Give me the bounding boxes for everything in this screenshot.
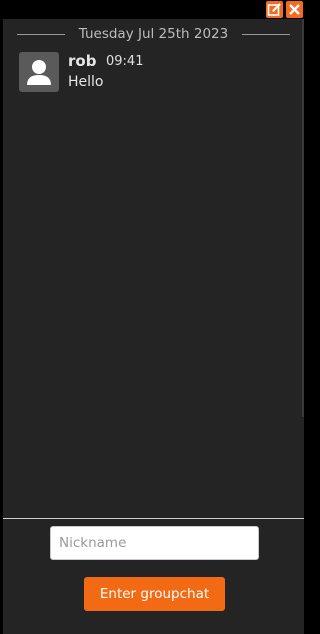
message-author[interactable]: rob [68, 52, 96, 70]
date-label: Tuesday Jul 25th 2023 [78, 26, 229, 42]
date-separator: Tuesday Jul 25th 2023 [17, 25, 291, 43]
avatar [19, 52, 59, 92]
nickname-input[interactable] [50, 526, 259, 560]
edit-button[interactable] [266, 1, 283, 18]
chat-message: rob 09:41 Hello [19, 52, 289, 96]
close-icon [289, 4, 300, 15]
scrollbar[interactable] [302, 19, 304, 417]
enter-groupchat-button[interactable]: Enter groupchat [84, 577, 225, 611]
form-divider [3, 518, 304, 519]
chat-panel: Tuesday Jul 25th 2023 rob 09:41 Hello En… [3, 19, 304, 634]
separator-line-right [242, 33, 291, 35]
close-button[interactable] [286, 1, 303, 18]
user-avatar-icon [27, 60, 51, 85]
message-time: 09:41 [106, 54, 144, 69]
separator-line-left [17, 33, 65, 35]
chat-header [0, 0, 304, 19]
edit-icon [267, 3, 281, 16]
message-text: Hello [68, 74, 104, 90]
